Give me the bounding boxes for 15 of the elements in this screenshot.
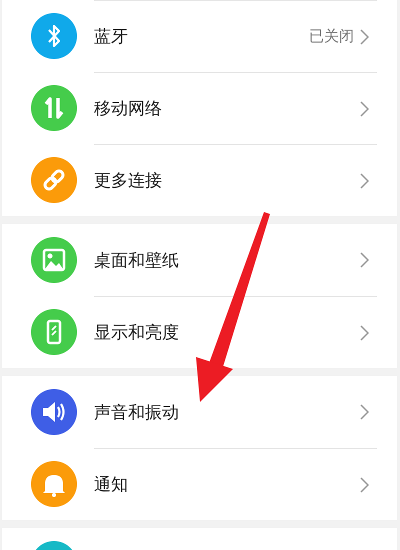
chevron-icon xyxy=(360,324,369,340)
setting-label[interactable]: 桌面和壁纸 xyxy=(94,248,360,272)
chevron-icon xyxy=(360,172,369,188)
setting-label[interactable]: 更多连接 xyxy=(94,169,360,192)
status-text: 已关闭 xyxy=(309,27,354,46)
chevron-icon xyxy=(360,476,369,492)
setting-label[interactable]: 显示和亮度 xyxy=(94,321,360,344)
setting-label[interactable]: 声音和振动 xyxy=(94,400,360,424)
setting-label[interactable]: 移动网络 xyxy=(94,97,360,120)
setting-label[interactable]: 蓝牙 xyxy=(94,25,309,48)
chevron-icon xyxy=(360,28,369,44)
setting-label[interactable]: 通知 xyxy=(94,473,360,496)
chevron-icon xyxy=(360,100,369,116)
chevron-icon xyxy=(360,404,369,420)
chevron-icon xyxy=(360,252,369,268)
